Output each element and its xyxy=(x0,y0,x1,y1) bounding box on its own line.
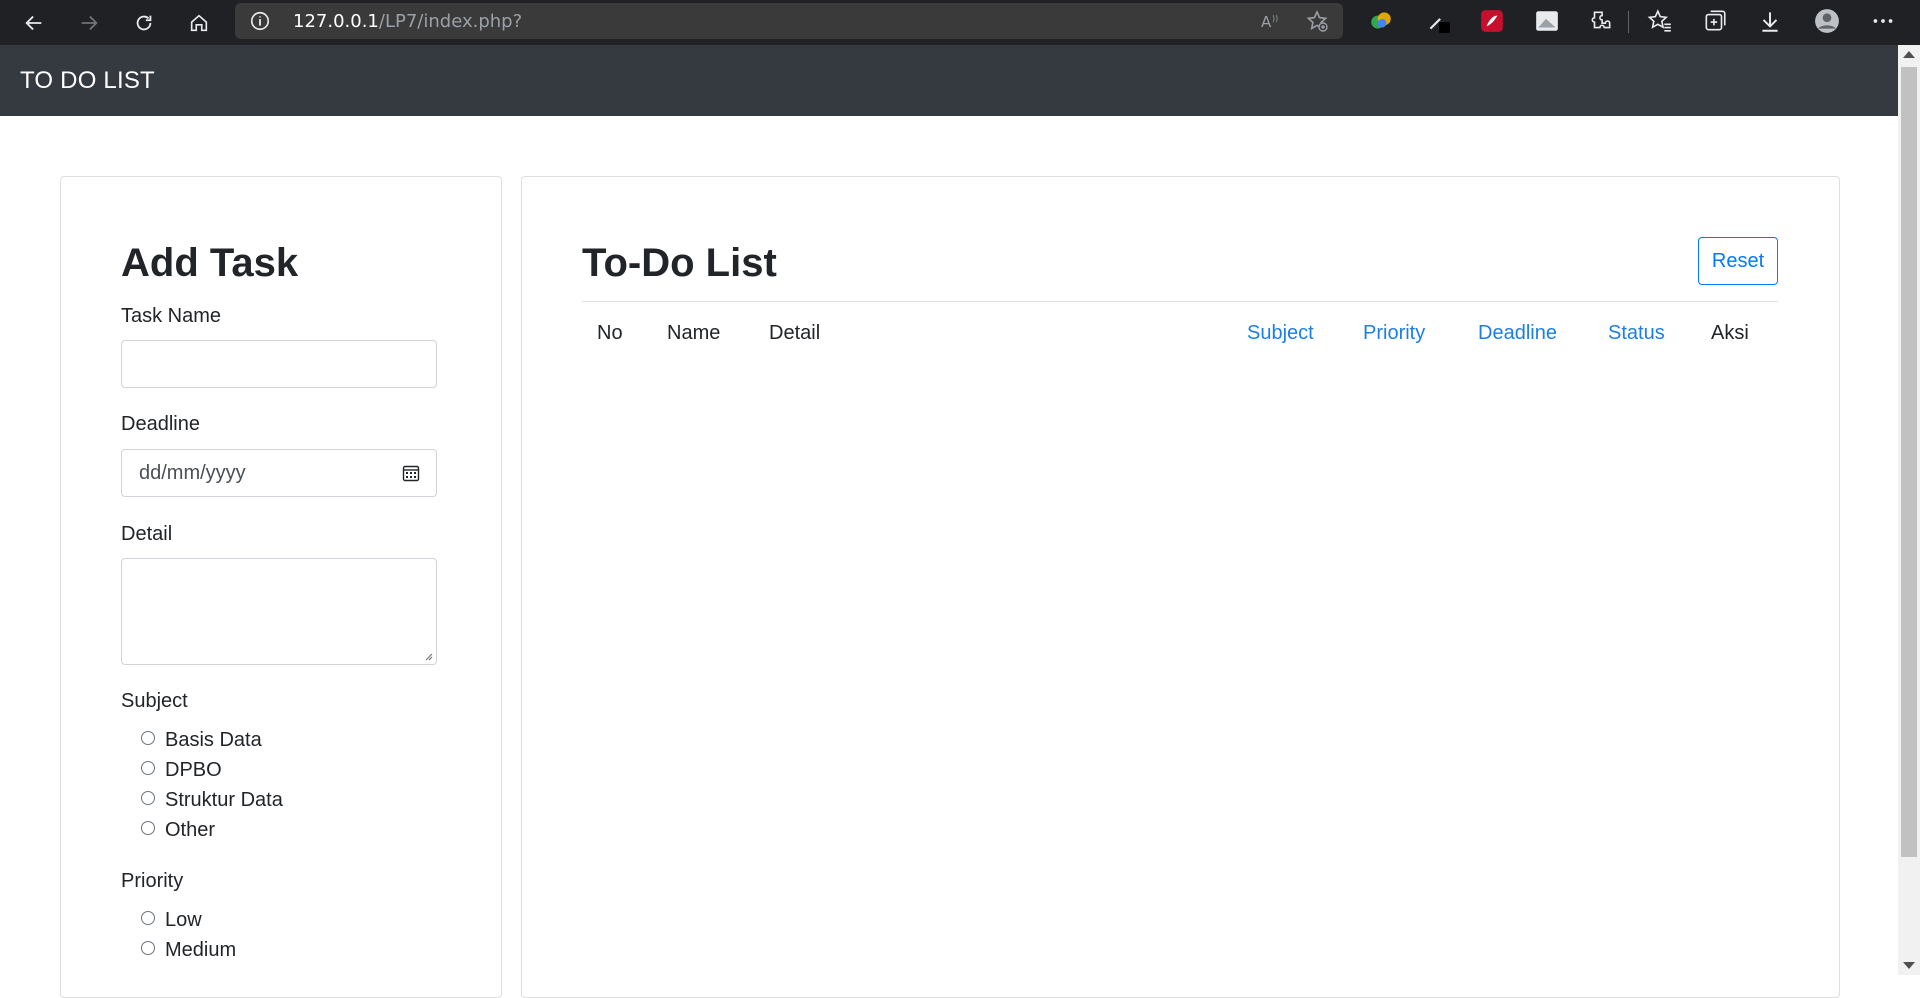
todo-list-card: To-Do List Reset No Name Detail Subject … xyxy=(521,176,1840,998)
column-header-detail: Detail xyxy=(769,322,821,344)
todo-list-title: To-Do List xyxy=(582,241,777,285)
deadline-input[interactable]: dd/mm/yyyy xyxy=(121,449,437,497)
priority-option-medium[interactable]: Medium xyxy=(141,939,236,962)
extension-red-badge-icon[interactable] xyxy=(1478,7,1506,35)
scroll-down-arrow-icon[interactable] xyxy=(1903,962,1915,969)
extension-eyedropper-icon[interactable] xyxy=(1424,7,1452,35)
refresh-icon xyxy=(136,15,152,30)
profile-avatar-icon[interactable] xyxy=(1813,7,1841,35)
subject-label: Subject xyxy=(121,690,188,712)
column-header-subject[interactable]: Subject xyxy=(1247,322,1314,345)
column-header-status[interactable]: Status xyxy=(1608,322,1665,345)
column-header-priority[interactable]: Priority xyxy=(1363,322,1425,345)
add-task-title: Add Task xyxy=(121,241,299,285)
detail-textarea[interactable] xyxy=(121,558,437,665)
radio-medium[interactable] xyxy=(141,940,155,955)
home-button[interactable] xyxy=(179,3,219,43)
url-text: 127.0.0.1/LP7/index.php? xyxy=(293,10,523,32)
forward-button[interactable] xyxy=(69,3,109,43)
more-menu-icon[interactable] xyxy=(1869,7,1897,35)
extension-colorful-icon[interactable] xyxy=(1367,7,1395,35)
navbar: TO DO LIST xyxy=(0,45,1898,116)
subject-option-dpbo[interactable]: DPBO xyxy=(141,759,222,782)
downloads-icon[interactable] xyxy=(1756,7,1784,35)
add-task-card: Add Task Task Name Deadline dd/mm/yyyy D… xyxy=(60,176,502,998)
column-header-deadline[interactable]: Deadline xyxy=(1478,322,1557,345)
scrollbar-thumb[interactable] xyxy=(1901,67,1917,857)
back-button[interactable] xyxy=(14,3,54,43)
svg-text:)): )) xyxy=(1272,14,1278,23)
toolbar-divider xyxy=(1628,11,1629,33)
column-header-aksi: Aksi xyxy=(1711,322,1749,344)
priority-label-medium: Medium xyxy=(165,939,237,961)
arrow-left-icon xyxy=(25,15,42,30)
column-header-name: Name xyxy=(667,322,721,344)
radio-other[interactable] xyxy=(141,820,155,835)
column-header-no: No xyxy=(597,322,623,344)
extensions-puzzle-icon[interactable] xyxy=(1587,7,1615,35)
read-aloud-icon[interactable]: A)) xyxy=(1259,9,1283,33)
subject-option-struktur-data[interactable]: Struktur Data xyxy=(141,789,283,812)
info-icon[interactable] xyxy=(249,10,271,32)
priority-label-low: Low xyxy=(165,909,202,931)
subject-label-dpbo: DPBO xyxy=(165,759,222,781)
refresh-button[interactable] xyxy=(124,3,164,43)
resize-grip-icon[interactable] xyxy=(423,651,433,661)
task-name-label: Task Name xyxy=(121,305,222,327)
collections-icon[interactable] xyxy=(1701,7,1729,35)
deadline-label: Deadline xyxy=(121,413,200,435)
detail-label: Detail xyxy=(121,523,173,545)
deadline-placeholder: dd/mm/yyyy xyxy=(139,462,246,484)
radio-struktur-data[interactable] xyxy=(141,790,155,805)
reset-button[interactable]: Reset xyxy=(1698,237,1778,285)
priority-label: Priority xyxy=(121,870,184,892)
radio-low[interactable] xyxy=(141,910,155,925)
page-scrollbar[interactable] xyxy=(1898,45,1920,975)
radio-dpbo[interactable] xyxy=(141,760,155,775)
header-divider xyxy=(582,301,1778,302)
extension-image-icon[interactable] xyxy=(1533,7,1561,35)
task-name-input[interactable] xyxy=(121,340,437,388)
subject-label-other: Other xyxy=(165,819,216,841)
favorites-icon[interactable] xyxy=(1646,7,1674,35)
priority-option-low[interactable]: Low xyxy=(141,909,202,932)
svg-text:A: A xyxy=(1261,13,1272,31)
subject-label-struktur-data: Struktur Data xyxy=(165,789,283,811)
calendar-icon[interactable] xyxy=(402,464,420,482)
home-icon xyxy=(190,14,208,31)
scroll-up-arrow-icon[interactable] xyxy=(1903,51,1915,58)
favorite-add-icon[interactable] xyxy=(1305,9,1329,33)
radio-basis-data[interactable] xyxy=(141,730,155,745)
navbar-brand[interactable]: TO DO LIST xyxy=(20,67,155,95)
subject-option-other[interactable]: Other xyxy=(141,819,215,842)
arrow-right-icon xyxy=(81,15,98,30)
address-bar[interactable]: 127.0.0.1/LP7/index.php? A)) xyxy=(235,3,1343,39)
subject-option-basis-data[interactable]: Basis Data xyxy=(141,729,262,752)
subject-label-basis-data: Basis Data xyxy=(165,729,262,751)
browser-toolbar: 127.0.0.1/LP7/index.php? A)) xyxy=(0,0,1920,45)
